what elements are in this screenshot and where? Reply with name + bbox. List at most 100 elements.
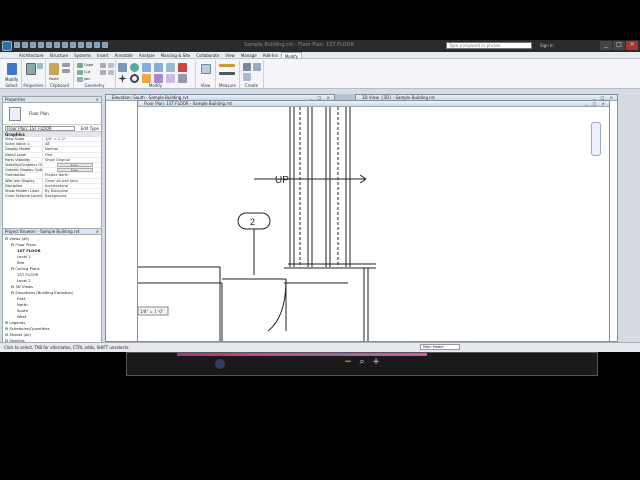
edit-button[interactable]: Edit...	[57, 162, 93, 168]
mirror-pick-icon[interactable]	[142, 63, 151, 72]
close-hidden-icon[interactable]	[94, 42, 100, 48]
delete-icon[interactable]	[178, 63, 187, 72]
create-parts-icon[interactable]	[253, 63, 261, 71]
active-model-dropdown[interactable]: Main Model	[420, 344, 460, 350]
drawing-canvas[interactable]: UP 2 1/8" = 1'-0"	[138, 107, 609, 341]
join-button[interactable]: Join	[84, 77, 91, 81]
cut-geometry-icon[interactable]	[77, 70, 83, 75]
search-icon[interactable]: ⌕	[358, 357, 366, 367]
property-value[interactable]: By Discipline	[43, 189, 101, 193]
property-value[interactable]: Normal	[43, 147, 101, 151]
tab-manage[interactable]: Manage	[238, 52, 260, 58]
paste-icon[interactable]	[49, 63, 59, 75]
3d-view-icon[interactable]	[70, 42, 76, 48]
instance-dropdown[interactable]: Floor Plan: 1ST FLOOR	[5, 126, 75, 131]
cut-geometry-button[interactable]: Cut	[84, 70, 90, 74]
tab-insert[interactable]: Insert	[94, 52, 111, 58]
section-icon[interactable]	[78, 42, 84, 48]
tab-modify[interactable]: Modify	[280, 52, 302, 59]
application-menu-button[interactable]	[2, 41, 12, 51]
maximize-icon[interactable]: □	[613, 41, 625, 50]
minimize-icon[interactable]: _	[600, 41, 612, 50]
switch-windows-icon[interactable]	[102, 42, 108, 48]
property-value[interactable]: Fine	[43, 153, 101, 157]
view-icon[interactable]	[201, 64, 211, 74]
split-icon[interactable]	[154, 74, 163, 83]
paste-button[interactable]: Paste	[49, 77, 59, 81]
thin-lines-icon[interactable]	[86, 42, 92, 48]
floor-plan-drawing: UP 2 1/8" = 1'-0"	[138, 107, 376, 341]
text-icon[interactable]	[62, 42, 68, 48]
properties-icon[interactable]	[26, 63, 36, 75]
align-icon[interactable]	[118, 63, 127, 72]
split-face-icon[interactable]	[108, 63, 114, 68]
type-selector[interactable]: Floor Plan	[3, 103, 101, 125]
tab-annotate[interactable]: Annotate	[112, 52, 136, 58]
property-value[interactable]: Project North	[43, 173, 101, 177]
join-icon[interactable]	[77, 77, 83, 82]
print-icon[interactable]	[46, 42, 52, 48]
close-icon[interactable]: ×	[96, 229, 99, 235]
modify-button[interactable]: Modify	[5, 77, 18, 82]
tab-structure[interactable]: Structure	[47, 52, 72, 58]
measure-tool-icon[interactable]	[219, 64, 235, 67]
property-value[interactable]: Clean all wall joins	[43, 179, 101, 183]
undo-icon[interactable]	[30, 42, 36, 48]
navigation-bar[interactable]	[591, 122, 601, 156]
group-label-create: Create	[244, 83, 259, 88]
redo-icon[interactable]	[38, 42, 44, 48]
video-thumbnail-strip	[177, 353, 427, 356]
move-icon[interactable]	[118, 74, 127, 83]
player-icon[interactable]	[215, 359, 225, 369]
property-name: Graphic Display Optio...	[5, 168, 43, 173]
floor-plan-view-window[interactable]: Floor Plan: 1ST FLOOR - Sample Building.…	[137, 100, 610, 342]
tab-massing-site[interactable]: Massing & Site	[158, 52, 194, 58]
tab-view[interactable]: View	[222, 52, 238, 58]
tab-collaborate[interactable]: Collaborate	[193, 52, 222, 58]
open-icon[interactable]	[14, 42, 20, 48]
rotate-icon[interactable]	[130, 74, 139, 83]
zoom-out-button[interactable]: −	[344, 357, 352, 367]
room-tag-number: 2	[250, 217, 255, 227]
array-icon[interactable]	[166, 74, 175, 83]
measure-icon[interactable]	[54, 42, 60, 48]
property-row[interactable]: Color Scheme Location Background	[3, 194, 101, 200]
stair-up-label: UP	[275, 175, 289, 186]
ribbon-group-measure: Measure	[216, 60, 240, 88]
offset-icon[interactable]	[130, 63, 139, 72]
paint-icon[interactable]	[100, 70, 106, 75]
trim-icon[interactable]	[142, 74, 151, 83]
edit-button[interactable]: Edit...	[57, 168, 93, 173]
property-value[interactable]: 1/4" = 1'-0"	[43, 137, 101, 141]
save-icon[interactable]	[22, 42, 28, 48]
zoom-in-button[interactable]: +	[372, 357, 380, 367]
tab-analyze[interactable]: Analyze	[136, 52, 158, 58]
close-icon[interactable]: ×	[626, 41, 638, 50]
tab-systems[interactable]: Systems	[71, 52, 94, 58]
create-assembly-icon[interactable]	[243, 63, 251, 71]
type-properties-icon[interactable]	[37, 63, 43, 69]
wall-join-icon[interactable]	[100, 63, 106, 68]
sign-in-button[interactable]: Sign In	[540, 43, 554, 48]
copy-element-icon[interactable]	[166, 63, 175, 72]
demolish-icon[interactable]	[108, 70, 114, 75]
search-input[interactable]: Type a keyword or phrase	[446, 42, 532, 49]
browser-item-label: Schedules/Quantities	[9, 326, 50, 331]
cut-icon[interactable]	[62, 63, 70, 67]
property-value[interactable]: Background	[43, 194, 101, 198]
copy-icon[interactable]	[62, 69, 70, 73]
edit-type-button[interactable]: Edit Type	[81, 125, 99, 132]
property-value[interactable]: Architectural	[43, 184, 101, 188]
scale-icon[interactable]	[178, 74, 187, 83]
property-value[interactable]: 48	[43, 142, 101, 146]
dimension-icon[interactable]	[219, 72, 235, 75]
property-value[interactable]: Show Original	[43, 158, 101, 162]
tab-architecture[interactable]: Architecture	[16, 52, 47, 58]
create-group-icon[interactable]	[243, 73, 251, 81]
cope-button[interactable]: Cope	[84, 63, 93, 67]
modify-cursor-icon[interactable]	[7, 63, 17, 75]
mirror-draw-icon[interactable]	[154, 63, 163, 72]
cope-icon[interactable]	[77, 63, 83, 68]
door-swing	[267, 278, 287, 332]
tab-add-ins[interactable]: Add-Ins	[260, 52, 281, 58]
